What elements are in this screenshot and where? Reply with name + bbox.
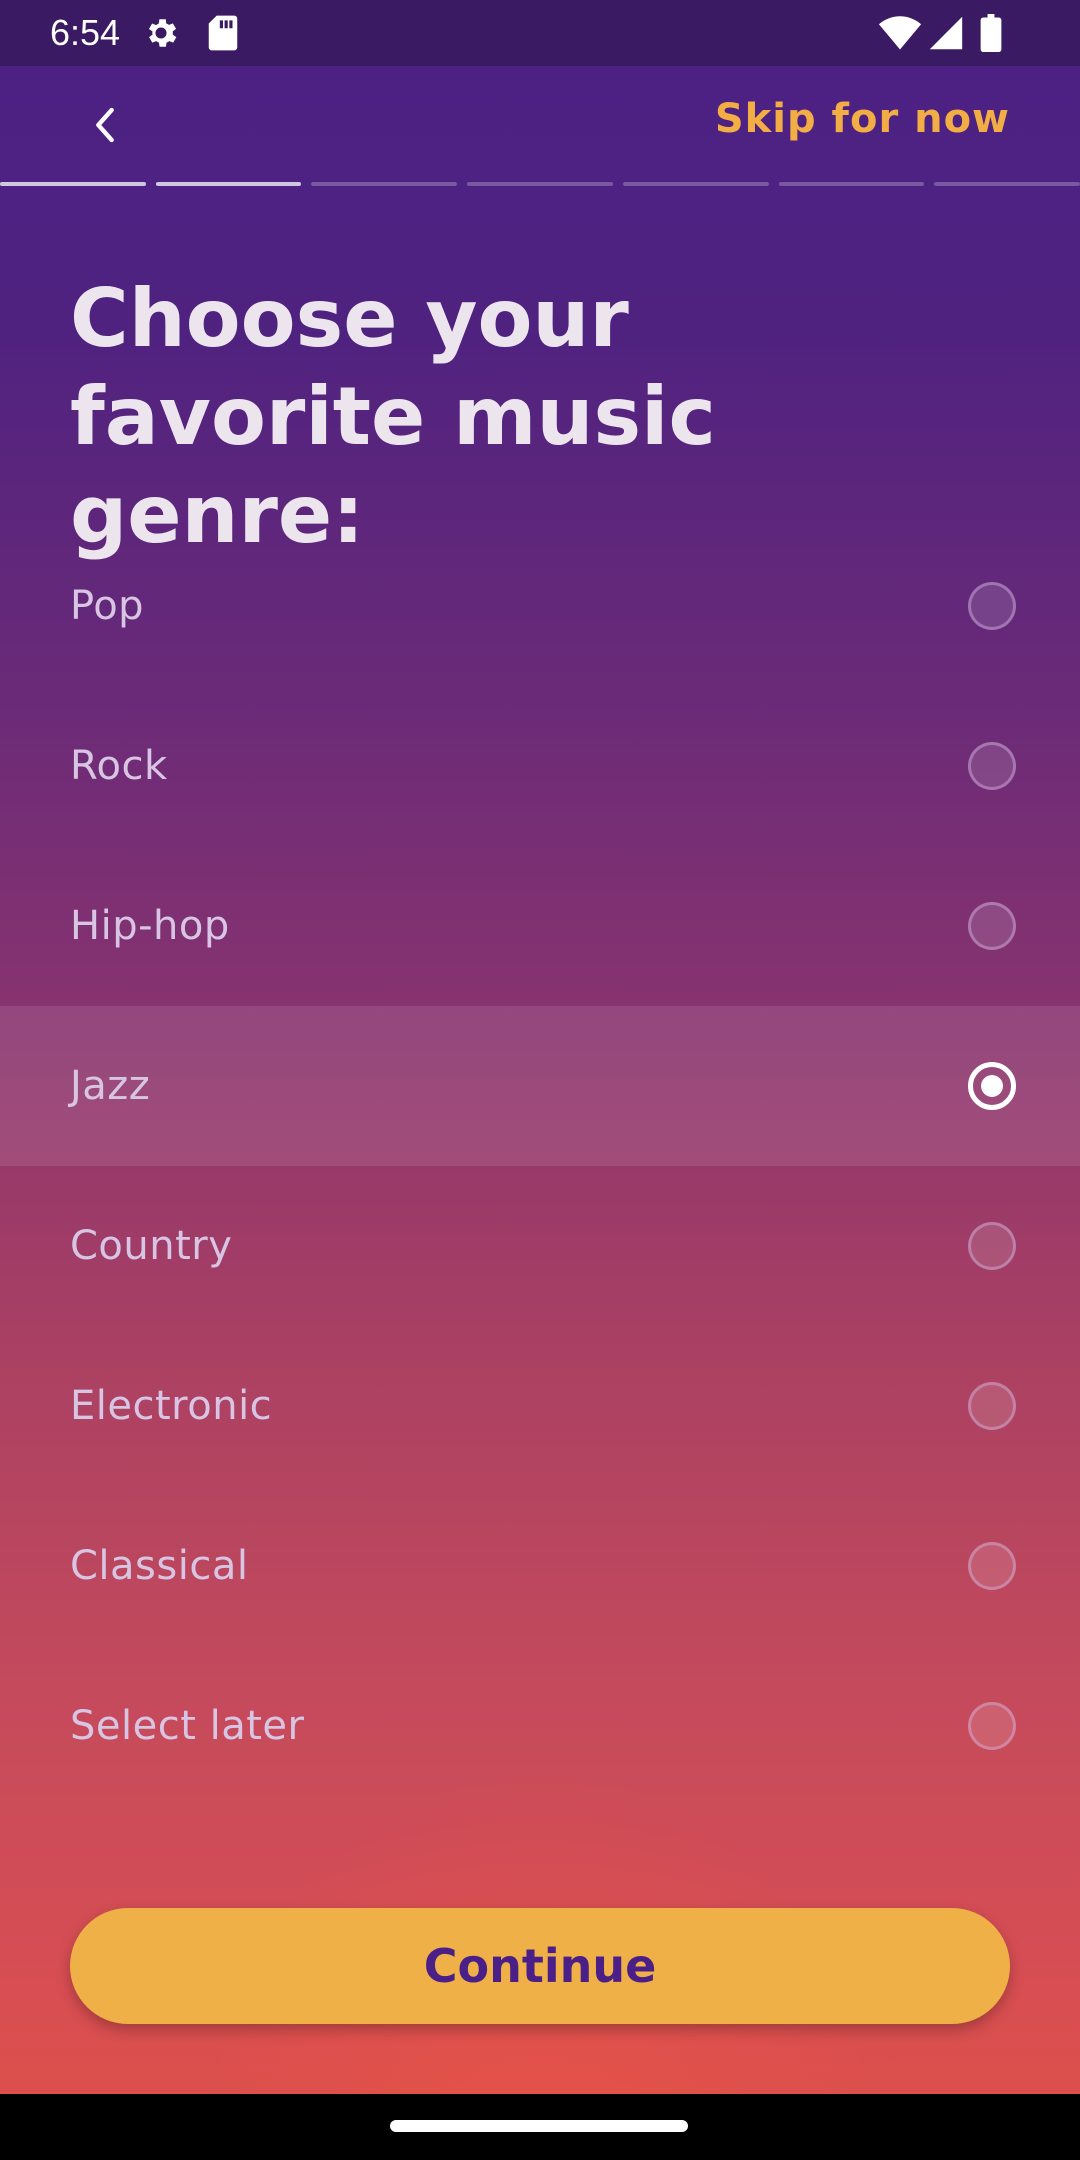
onboarding-screen: 6:54 Skip for now Choose your favorite m… [0,0,1080,2160]
page-title: Choose your favorite music genre: [70,272,716,561]
option-label: Jazz [70,1063,151,1109]
radio-button[interactable] [968,1382,1016,1430]
system-nav-bar [0,2094,1080,2160]
progress-segment [622,182,769,186]
settings-icon [148,19,177,47]
option-select-later[interactable]: Select later [0,1646,1080,1806]
back-button[interactable] [70,90,140,160]
progress-indicator [0,182,1080,188]
option-label: Select later [70,1703,305,1749]
option-label: Classical [70,1543,249,1589]
option-hip-hop[interactable]: Hip-hop [0,846,1080,1006]
option-jazz[interactable]: Jazz [0,1006,1080,1166]
option-country[interactable]: Country [0,1166,1080,1326]
home-gesture-handle[interactable] [390,2120,688,2132]
option-label: Electronic [70,1383,273,1429]
option-rock[interactable]: Rock [0,686,1080,846]
radio-button[interactable] [968,1702,1016,1750]
option-label: Hip-hop [70,903,230,949]
cell-signal-icon [929,16,963,50]
radio-button[interactable] [968,902,1016,950]
option-electronic[interactable]: Electronic [0,1326,1080,1486]
genre-options-list: Pop Rock Hip-hop Jazz Country Electronic… [0,526,1080,1806]
progress-segment [467,182,613,186]
radio-button-selected[interactable] [968,1062,1016,1110]
progress-segment [778,182,925,186]
radio-button[interactable] [968,742,1016,790]
radio-button[interactable] [968,1222,1016,1270]
chevron-left-icon [96,107,114,143]
option-classical[interactable]: Classical [0,1486,1080,1646]
top-nav: Skip for now [0,66,1080,186]
wifi-icon [878,16,922,50]
progress-segment [311,182,458,186]
option-label: Pop [70,583,145,629]
status-bar: 6:54 [0,0,1080,66]
radio-button[interactable] [968,582,1016,630]
sd-card-icon [208,15,238,51]
option-label: Rock [70,743,168,789]
option-pop[interactable]: Pop [0,526,1080,686]
skip-button[interactable]: Skip for now [715,96,1010,142]
progress-segment [0,182,146,186]
continue-button[interactable]: Continue [70,1908,1010,2024]
option-label: Country [70,1223,233,1269]
status-time: 6:54 [50,12,121,53]
radio-button[interactable] [968,1542,1016,1590]
progress-segment [155,182,302,186]
battery-icon [980,14,1002,52]
progress-segment [934,182,1080,186]
